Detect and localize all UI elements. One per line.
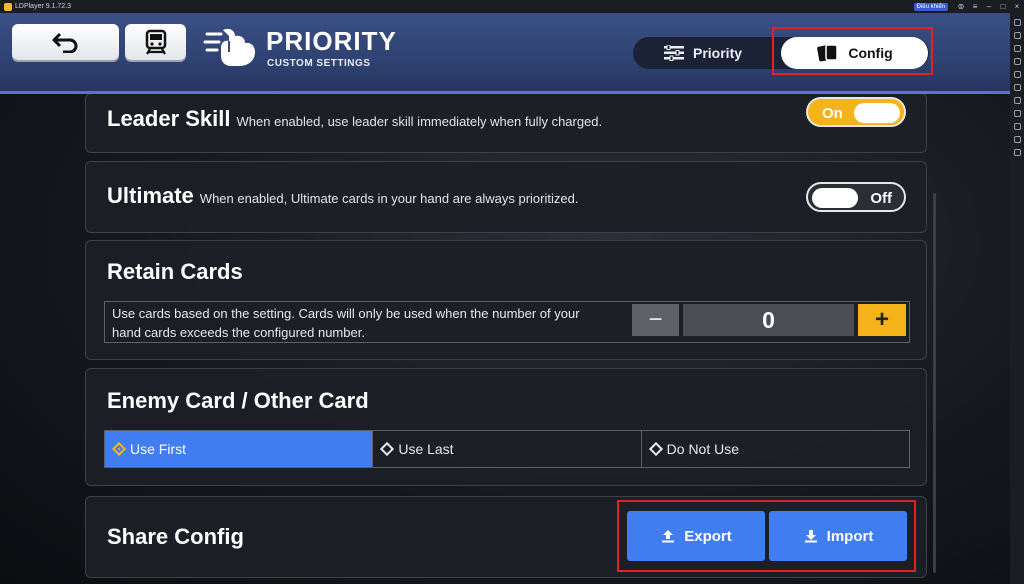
toggle-state-label: Off [870, 190, 892, 207]
export-import-highlight [617, 500, 916, 572]
maximize-icon[interactable]: □ [996, 2, 1010, 11]
scrollbar[interactable] [933, 193, 936, 573]
window-title: LDPlayer 9.1.72.3 [15, 3, 72, 10]
option-use-first[interactable]: Use First [105, 431, 374, 467]
ultimate-row: Ultimate When enabled, Ultimate cards in … [107, 183, 578, 209]
leader-skill-row: Leader Skill When enabled, use leader ski… [107, 106, 602, 132]
diamond-radio-icon [648, 441, 663, 457]
retain-cards-title: Retain Cards [107, 259, 243, 284]
retain-cards-description: Use cards based on the setting. Cards wi… [112, 306, 580, 340]
folder-icon[interactable] [1013, 123, 1021, 130]
page-subtitle: CUSTOM SETTINGS [267, 58, 371, 69]
enemy-card-options: Use First Use Last Do Not Use [104, 430, 910, 468]
retain-cards-box: Use cards based on the setting. Cards wi… [104, 301, 910, 343]
option-label: Do Not Use [666, 441, 740, 457]
location-icon[interactable] [1013, 136, 1021, 143]
screenshot-icon[interactable] [1013, 32, 1021, 39]
back-arrow-icon [52, 32, 77, 53]
hand-tap-icon [203, 28, 255, 66]
option-label: Use First [130, 441, 186, 457]
retain-cards-card: Retain Cards Use cards based on the sett… [85, 240, 927, 360]
gamepad-icon[interactable]: ⊚ [954, 2, 968, 11]
apk-icon[interactable] [1013, 110, 1021, 117]
enemy-card-title: Enemy Card / Other Card [107, 388, 369, 413]
leader-skill-card: Leader Skill When enabled, use leader ski… [85, 93, 927, 153]
add-icon[interactable] [1013, 45, 1021, 52]
leader-skill-toggle[interactable]: On [806, 97, 906, 127]
control-badge[interactable]: Điều khiển [913, 2, 948, 11]
record-icon[interactable] [1013, 71, 1021, 78]
page-title: PRIORITY [266, 26, 397, 56]
decrease-button[interactable]: − [632, 304, 679, 336]
close-icon[interactable]: × [1010, 2, 1024, 11]
emulator-titlebar: LDPlayer 9.1.72.3 Điều khiển ⊚ ≡ – □ × [0, 0, 1024, 13]
ultimate-description: When enabled, Ultimate cards in your han… [199, 191, 579, 206]
header: PRIORITY CUSTOM SETTINGS Priority Config [0, 13, 1010, 94]
train-icon [145, 29, 166, 55]
retain-count-value: 0 [683, 304, 854, 336]
back-button[interactable] [12, 24, 119, 60]
diamond-radio-icon [111, 441, 127, 457]
ldplayer-logo-icon [4, 2, 12, 11]
keyboard-icon[interactable] [1013, 19, 1021, 26]
option-label: Use Last [398, 441, 454, 457]
volume-icon[interactable] [1013, 58, 1021, 65]
minimize-icon[interactable]: – [982, 2, 996, 11]
emulator-sidebar [1010, 13, 1024, 584]
tab-priority[interactable]: Priority [663, 37, 742, 69]
share-config-title: Share Config [107, 524, 244, 549]
option-use-last[interactable]: Use Last [373, 431, 642, 467]
rotate-icon[interactable] [1013, 84, 1021, 91]
option-do-not-use[interactable]: Do Not Use [642, 431, 909, 467]
tab-priority-label: Priority [693, 45, 743, 61]
leader-skill-description: When enabled, use leader skill immediate… [236, 114, 603, 129]
menu-icon[interactable]: ≡ [968, 2, 982, 11]
game-viewport: Leader Skill When enabled, use leader ski… [0, 13, 1010, 584]
sliders-icon [664, 45, 684, 61]
enemy-card-card: Enemy Card / Other Card Use First Use La… [85, 368, 927, 486]
toggle-knob [812, 188, 858, 208]
ultimate-card: Ultimate When enabled, Ultimate cards in … [85, 161, 927, 233]
leader-skill-title: Leader Skill [107, 106, 231, 131]
toggle-state-label: On [822, 105, 843, 122]
more-icon[interactable] [1013, 149, 1021, 156]
sync-icon[interactable] [1013, 97, 1021, 104]
config-tab-highlight [772, 27, 933, 75]
ultimate-title: Ultimate [107, 183, 194, 208]
diamond-radio-icon [380, 441, 395, 457]
toggle-knob [854, 103, 900, 123]
train-button[interactable] [125, 24, 186, 60]
increase-button[interactable]: + [858, 304, 906, 336]
ultimate-toggle[interactable]: Off [806, 182, 906, 212]
